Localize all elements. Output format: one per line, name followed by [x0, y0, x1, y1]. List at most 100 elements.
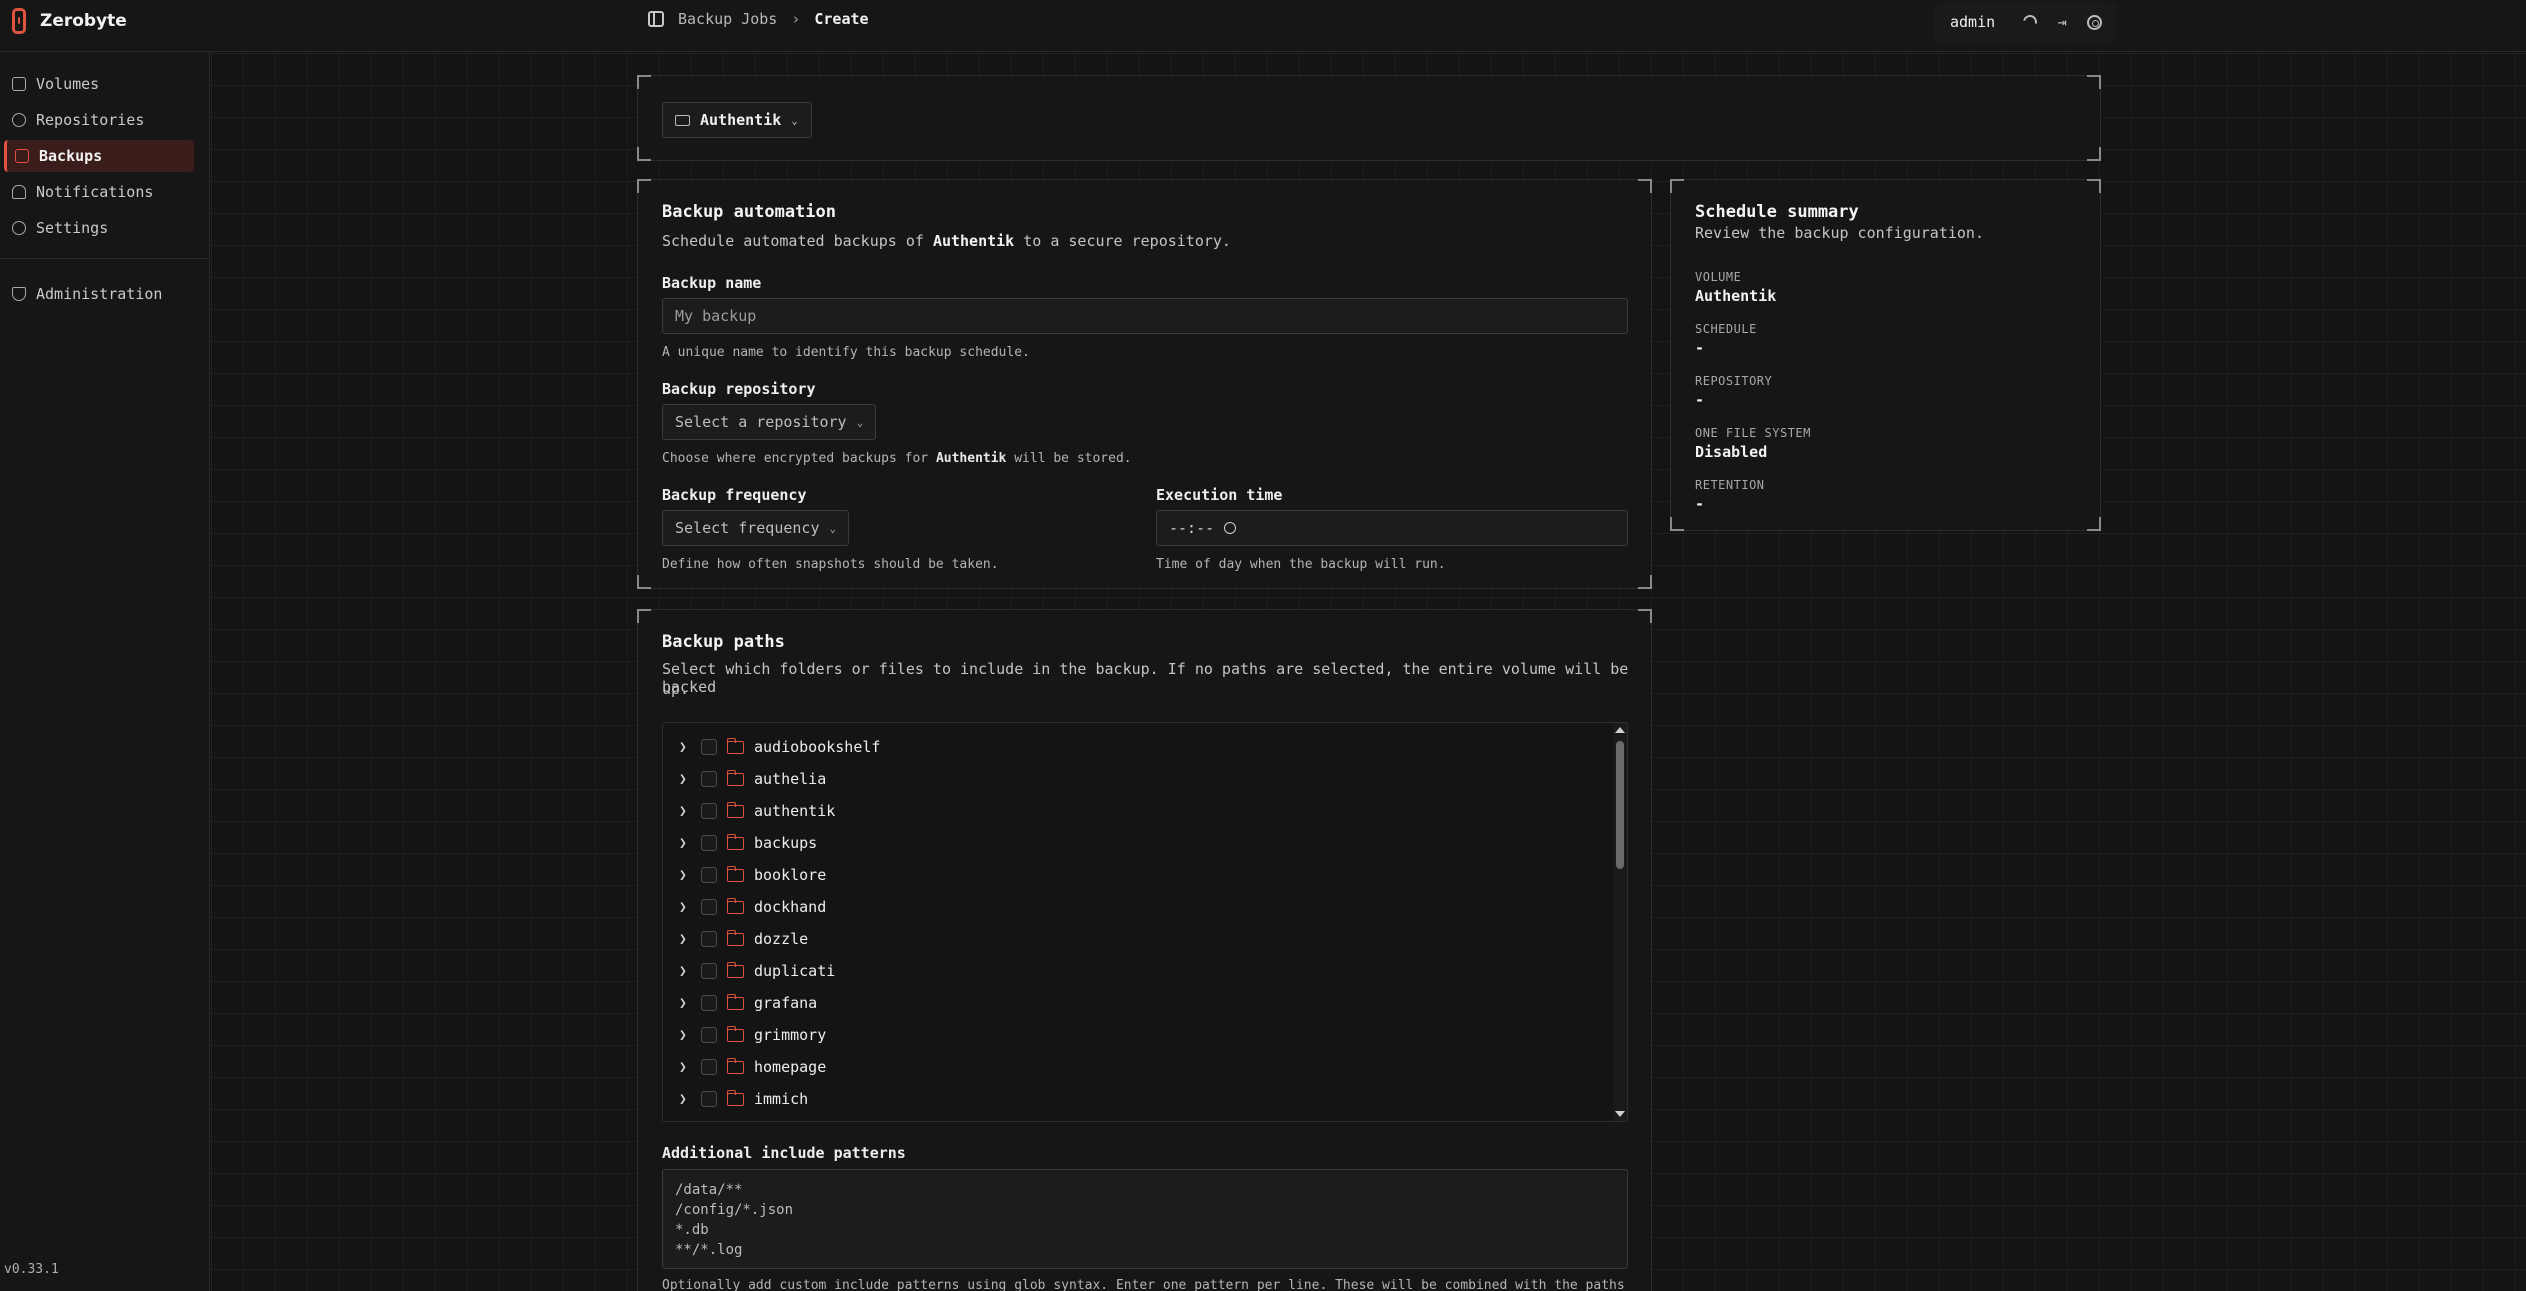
tree-row[interactable]: ❯ authelia [679, 767, 826, 791]
chevron-right-icon: › [791, 10, 801, 28]
chevron-right-icon[interactable]: ❯ [679, 932, 691, 947]
bell-icon [12, 185, 26, 199]
chevron-right-icon[interactable]: ❯ [679, 900, 691, 915]
chevron-right-icon[interactable]: ❯ [679, 804, 691, 819]
backup-paths-card: Backup paths Select which folders or fil… [637, 609, 1652, 1291]
tree-row[interactable]: ❯ backups [679, 831, 817, 855]
repository-select-placeholder: Select a repository [675, 413, 847, 431]
folder-checkbox[interactable] [701, 771, 717, 787]
execution-time-value: --:-- [1169, 519, 1215, 537]
gear-icon [12, 221, 26, 235]
sidebar-item-administration[interactable]: Administration [4, 278, 194, 310]
sidebar-divider [0, 258, 210, 259]
folder-icon [726, 801, 744, 818]
folder-checkbox[interactable] [701, 1027, 717, 1043]
backup-repository-select[interactable]: Select a repository ⌄ [662, 404, 877, 440]
folder-name: duplicati [754, 962, 836, 980]
tree-row[interactable]: ❯ grafana [679, 991, 817, 1015]
clock-icon[interactable] [1224, 522, 1237, 534]
tree-row[interactable]: ❯ immich [679, 1087, 808, 1111]
logout-icon: ⇥ [2057, 13, 2067, 31]
tree-row[interactable]: ❯ duplicati [679, 959, 835, 983]
folder-checkbox[interactable] [701, 931, 717, 947]
breadcrumb-backup-jobs[interactable]: Backup Jobs [678, 10, 777, 28]
summary-volume-value: Authentik [1695, 287, 1777, 305]
theme-toggle-button[interactable] [2020, 12, 2040, 32]
tree-row[interactable]: ❯ dozzle [679, 927, 808, 951]
backup-name-label: Backup name [662, 274, 762, 292]
sidebar-item-repositories[interactable]: Repositories [4, 104, 194, 136]
sidebar-item-backups[interactable]: Backups [4, 140, 194, 172]
tree-row[interactable]: ❯ authentik [679, 799, 835, 823]
tree-scrollbar[interactable] [1613, 723, 1627, 1121]
support-button[interactable] [2085, 13, 2103, 31]
folder-tree[interactable]: ❯ audiobookshelf ❯ authelia ❯ authentik ❯ backu… [662, 722, 1628, 1122]
backup-frequency-help: Define how often snapshots should be tak… [662, 557, 999, 572]
folder-checkbox[interactable] [701, 835, 717, 851]
include-patterns-textarea[interactable]: /data/** /config/*.json *.db **/*.log [662, 1169, 1628, 1269]
folder-icon [726, 769, 744, 786]
folder-checkbox[interactable] [701, 739, 717, 755]
user-area: admin ⇥ [1934, 2, 2116, 42]
paths-description-line2: up. [662, 680, 690, 698]
summary-fs-key: ONE FILE SYSTEM [1695, 426, 1811, 440]
logout-button[interactable]: ⇥ [2053, 13, 2071, 31]
calendar-icon [15, 149, 29, 163]
folder-icon [726, 897, 744, 914]
tree-row[interactable]: ❯ booklore [679, 863, 826, 887]
automation-title: Backup automation [662, 202, 836, 222]
chevron-right-icon[interactable]: ❯ [679, 1060, 691, 1075]
summary-fs-value: Disabled [1695, 443, 1768, 461]
tree-row[interactable]: ❯ dockhand [679, 895, 826, 919]
summary-volume-key: VOLUME [1695, 270, 1742, 284]
paths-title: Backup paths [662, 632, 785, 652]
chevron-right-icon[interactable]: ❯ [679, 836, 691, 851]
folder-checkbox[interactable] [701, 867, 717, 883]
app-version: v0.33.1 [4, 1262, 59, 1277]
chevron-right-icon[interactable]: ❯ [679, 1092, 691, 1107]
folder-checkbox[interactable] [701, 963, 717, 979]
volume-select[interactable]: Authentik ⌄ [662, 102, 812, 138]
tree-row[interactable]: ❯ homepage [679, 1055, 826, 1079]
chevron-right-icon[interactable]: ❯ [679, 772, 691, 787]
chevron-right-icon[interactable]: ❯ [679, 868, 691, 883]
folder-icon [726, 1057, 744, 1074]
app-name: Zerobyte [40, 11, 127, 31]
scroll-up-icon[interactable] [1615, 727, 1625, 733]
sidebar-item-volumes[interactable]: Volumes [4, 68, 194, 100]
scroll-down-icon[interactable] [1615, 1111, 1625, 1117]
chevron-right-icon[interactable]: ❯ [679, 1028, 691, 1043]
backup-frequency-label: Backup frequency [662, 486, 807, 504]
chevron-right-icon[interactable]: ❯ [679, 996, 691, 1011]
brand[interactable]: Zerobyte [12, 8, 127, 34]
folder-checkbox[interactable] [701, 899, 717, 915]
execution-time-input[interactable]: --:-- [1156, 510, 1628, 546]
sidebar-toggle-icon[interactable] [648, 11, 664, 27]
folder-checkbox[interactable] [701, 1091, 717, 1107]
sidebar-item-notifications[interactable]: Notifications [4, 176, 194, 208]
chevron-down-icon: ⌄ [791, 113, 798, 127]
summary-schedule-key: SCHEDULE [1695, 322, 1757, 336]
execution-time-help: Time of day when the backup will run. [1156, 557, 1446, 572]
sidebar-item-label: Settings [36, 219, 109, 237]
backup-name-help: A unique name to identify this backup sc… [662, 345, 1030, 360]
folder-checkbox[interactable] [701, 995, 717, 1011]
backup-frequency-select[interactable]: Select frequency ⌄ [662, 510, 850, 546]
sidebar-item-settings[interactable]: Settings [4, 212, 194, 244]
automation-description: Schedule automated backups of Authentik … [662, 232, 1231, 250]
chevron-right-icon[interactable]: ❯ [679, 740, 691, 755]
folder-icon [726, 737, 744, 754]
sidebar: Volumes Repositories Backups Notificatio… [0, 52, 210, 1291]
summary-retention-value: - [1695, 495, 1705, 513]
tree-row[interactable]: ❯ grimmory [679, 1023, 826, 1047]
folder-icon [726, 833, 744, 850]
folder-name: authelia [754, 770, 827, 788]
moon-icon [2020, 12, 2040, 32]
folder-checkbox[interactable] [701, 1059, 717, 1075]
backup-name-input[interactable]: My backup [662, 298, 1628, 334]
chevron-right-icon[interactable]: ❯ [679, 964, 691, 979]
volume-card: Authentik ⌄ [637, 75, 2101, 161]
tree-row[interactable]: ❯ audiobookshelf [679, 735, 880, 759]
folder-checkbox[interactable] [701, 803, 717, 819]
scroll-thumb[interactable] [1616, 741, 1624, 869]
